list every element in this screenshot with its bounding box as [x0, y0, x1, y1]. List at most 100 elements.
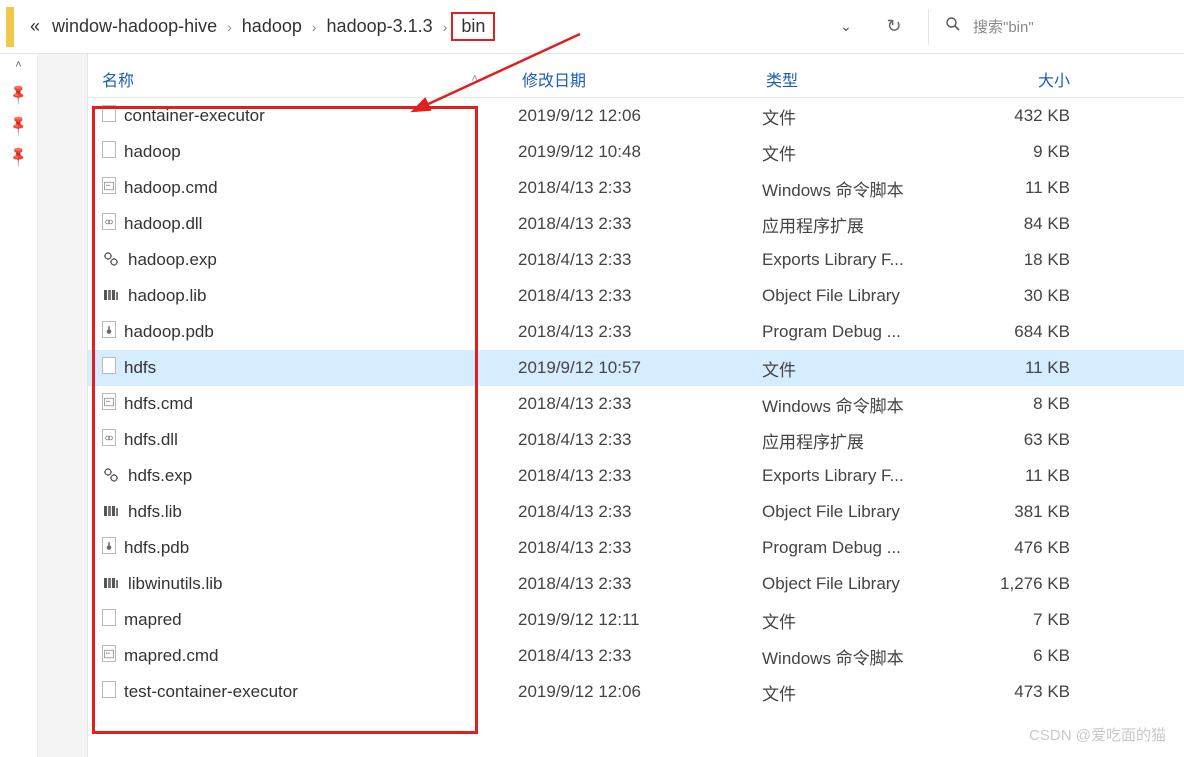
file-name-cell: hdfs.dll	[88, 429, 518, 451]
scroll-up-icon[interactable]: ˄	[12, 58, 26, 72]
file-size: 8 KB	[964, 394, 1094, 414]
file-date: 2018/4/13 2:33	[518, 178, 762, 198]
search-box[interactable]: 搜索"bin"	[928, 9, 1178, 45]
file-icon	[102, 573, 120, 596]
file-row[interactable]: hadoop.pdb2018/4/13 2:33Program Debug ..…	[88, 314, 1184, 350]
breadcrumb-part-1[interactable]: hadoop	[236, 12, 308, 41]
file-icon	[102, 393, 116, 415]
file-date: 2018/4/13 2:33	[518, 466, 762, 486]
file-size: 684 KB	[964, 322, 1094, 342]
file-row[interactable]: hdfs2019/9/12 10:57文件11 KB	[88, 350, 1184, 386]
file-name: test-container-executor	[124, 682, 298, 702]
file-row[interactable]: container-executor2019/9/12 12:06文件432 K…	[88, 98, 1184, 134]
header-name[interactable]: 名称 ˄	[88, 67, 518, 91]
address-toolbar: « window-hadoop-hive › hadoop › hadoop-3…	[0, 0, 1184, 54]
file-row[interactable]: hadoop2019/9/12 10:48文件9 KB	[88, 134, 1184, 170]
file-name: hdfs.cmd	[124, 394, 193, 414]
file-date: 2019/9/12 10:48	[518, 142, 762, 162]
file-row[interactable]: hdfs.dll2018/4/13 2:33应用程序扩展63 KB	[88, 422, 1184, 458]
chevron-right-icon: ›	[308, 19, 321, 35]
file-row[interactable]: hdfs.cmd2018/4/13 2:33Windows 命令脚本8 KB	[88, 386, 1184, 422]
chevron-right-icon: ›	[223, 19, 236, 35]
file-row[interactable]: test-container-executor2019/9/12 12:06文件…	[88, 674, 1184, 710]
file-type: Object File Library	[762, 574, 964, 594]
file-icon	[102, 537, 116, 559]
file-size: 473 KB	[964, 682, 1094, 702]
file-name-cell: hadoop.dll	[88, 213, 518, 235]
file-row[interactable]: hadoop.lib2018/4/13 2:33Object File Libr…	[88, 278, 1184, 314]
file-type: Program Debug ...	[762, 322, 964, 342]
file-name: hdfs.pdb	[124, 538, 189, 558]
breadcrumb: « window-hadoop-hive › hadoop › hadoop-3…	[20, 12, 812, 41]
file-row[interactable]: hdfs.pdb2018/4/13 2:33Program Debug ...4…	[88, 530, 1184, 566]
file-type: Windows 命令脚本	[762, 644, 964, 669]
file-icon	[102, 105, 116, 127]
nav-gutter	[38, 54, 88, 757]
file-row[interactable]: hadoop.exp2018/4/13 2:33Exports Library …	[88, 242, 1184, 278]
file-type: Object File Library	[762, 502, 964, 522]
file-name-cell: hadoop.lib	[88, 285, 518, 308]
file-name: hadoop.pdb	[124, 322, 214, 342]
file-name: hdfs.dll	[124, 430, 178, 450]
file-size: 476 KB	[964, 538, 1094, 558]
header-name-label: 名称	[102, 67, 134, 91]
file-name: libwinutils.lib	[128, 574, 222, 594]
breadcrumb-part-2[interactable]: hadoop-3.1.3	[321, 12, 439, 41]
file-type: 文件	[762, 680, 964, 705]
file-size: 7 KB	[964, 610, 1094, 630]
file-name-cell: hdfs	[88, 357, 518, 379]
search-placeholder: 搜索"bin"	[973, 16, 1034, 37]
file-icon	[102, 609, 116, 631]
file-name: hadoop	[124, 142, 181, 162]
file-name-cell: hadoop.pdb	[88, 321, 518, 343]
breadcrumb-part-3[interactable]: bin	[451, 12, 495, 41]
file-name-cell: hdfs.lib	[88, 501, 518, 524]
file-size: 11 KB	[964, 358, 1094, 378]
file-name-cell: libwinutils.lib	[88, 573, 518, 596]
file-name: hdfs	[124, 358, 156, 378]
file-size: 18 KB	[964, 250, 1094, 270]
header-size[interactable]: 大小	[964, 67, 1094, 91]
pin-icon[interactable]: 📌	[6, 82, 30, 106]
file-size: 84 KB	[964, 214, 1094, 234]
search-icon	[945, 16, 961, 37]
breadcrumb-part-0[interactable]: window-hadoop-hive	[46, 12, 223, 41]
breadcrumb-prefix[interactable]: «	[24, 12, 46, 41]
header-date[interactable]: 修改日期	[518, 67, 762, 91]
file-size: 6 KB	[964, 646, 1094, 666]
file-icon	[102, 213, 116, 235]
file-row[interactable]: libwinutils.lib2018/4/13 2:33Object File…	[88, 566, 1184, 602]
file-date: 2018/4/13 2:33	[518, 286, 762, 306]
file-name-cell: hdfs.pdb	[88, 537, 518, 559]
file-date: 2018/4/13 2:33	[518, 394, 762, 414]
file-name-cell: hadoop.cmd	[88, 177, 518, 199]
nav-controls: ⌄ ↻	[832, 13, 908, 41]
history-dropdown-button[interactable]: ⌄	[832, 13, 860, 41]
file-name-cell: mapred	[88, 609, 518, 631]
file-name: hadoop.exp	[128, 250, 217, 270]
file-icon	[102, 645, 116, 667]
file-date: 2018/4/13 2:33	[518, 214, 762, 234]
file-name-cell: container-executor	[88, 105, 518, 127]
file-name-cell: hdfs.cmd	[88, 393, 518, 415]
file-row[interactable]: hdfs.exp2018/4/13 2:33Exports Library F.…	[88, 458, 1184, 494]
file-row[interactable]: hadoop.dll2018/4/13 2:33应用程序扩展84 KB	[88, 206, 1184, 242]
pin-icon[interactable]: 📌	[6, 144, 30, 168]
refresh-button[interactable]: ↻	[880, 13, 908, 41]
file-name: hdfs.exp	[128, 466, 192, 486]
file-size: 11 KB	[964, 466, 1094, 486]
file-icon	[102, 141, 116, 163]
file-type: 应用程序扩展	[762, 428, 964, 453]
file-row[interactable]: hadoop.cmd2018/4/13 2:33Windows 命令脚本11 K…	[88, 170, 1184, 206]
file-name-cell: test-container-executor	[88, 681, 518, 703]
header-type[interactable]: 类型	[762, 67, 964, 91]
file-name: hdfs.lib	[128, 502, 182, 522]
file-size: 63 KB	[964, 430, 1094, 450]
file-type: Exports Library F...	[762, 250, 964, 270]
file-row[interactable]: mapred.cmd2018/4/13 2:33Windows 命令脚本6 KB	[88, 638, 1184, 674]
file-size: 30 KB	[964, 286, 1094, 306]
file-row[interactable]: hdfs.lib2018/4/13 2:33Object File Librar…	[88, 494, 1184, 530]
file-row[interactable]: mapred2019/9/12 12:11文件7 KB	[88, 602, 1184, 638]
main-area: ˄ 📌 📌 📌 名称 ˄ 修改日期 类型 大小 container-execut…	[0, 54, 1184, 757]
pin-icon[interactable]: 📌	[6, 113, 30, 137]
